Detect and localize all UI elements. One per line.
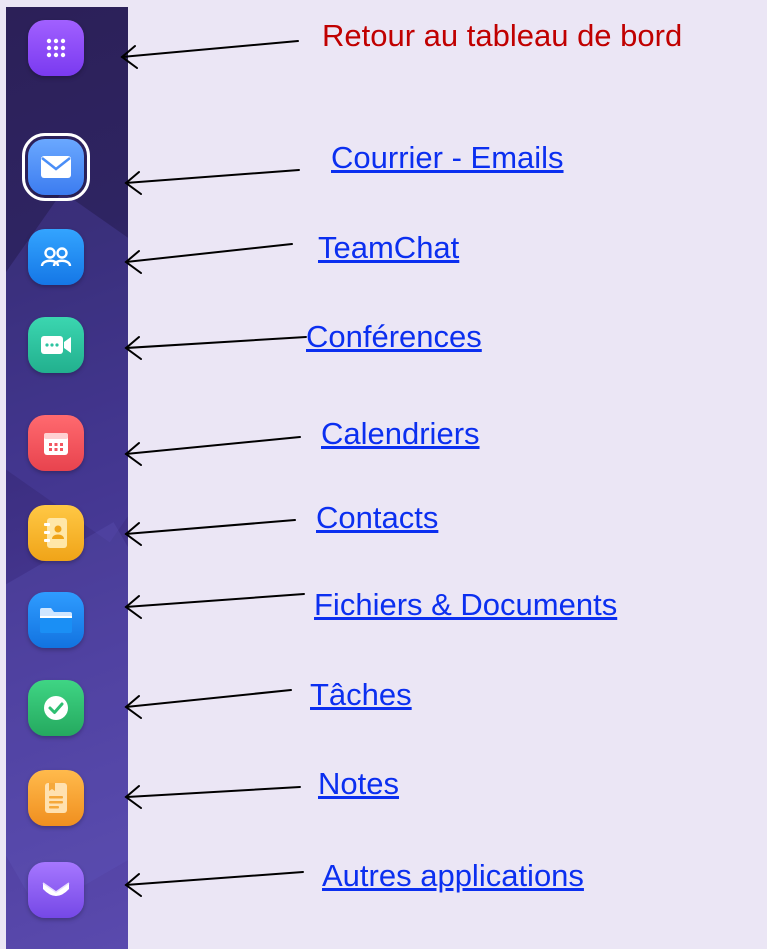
- label-notes[interactable]: Notes: [318, 765, 399, 803]
- label-files-documents[interactable]: Fichiers & Documents: [314, 586, 617, 624]
- label-teamchat[interactable]: TeamChat: [318, 229, 459, 267]
- label-conferences[interactable]: Conférences: [306, 318, 482, 356]
- arrow-teamchat: [124, 243, 293, 274]
- arrow-dashboard: [120, 40, 299, 69]
- label-calendars[interactable]: Calendriers: [321, 415, 480, 453]
- arrow-mail: [124, 169, 300, 195]
- arrow-contacts: [124, 519, 296, 546]
- arrow-notes: [124, 785, 301, 809]
- label-contacts[interactable]: Contacts: [316, 499, 438, 537]
- arrow-calendar: [124, 436, 301, 466]
- arrow-conferences: [124, 336, 307, 360]
- label-other-apps[interactable]: Autres applications: [322, 857, 584, 895]
- arrow-more-apps: [124, 871, 304, 897]
- arrow-files: [124, 593, 305, 619]
- label-dashboard: Retour au tableau de bord: [322, 18, 683, 53]
- arrow-tasks: [124, 689, 292, 719]
- label-tasks[interactable]: Tâches: [310, 676, 412, 714]
- label-mail[interactable]: Courrier - Emails: [331, 139, 564, 177]
